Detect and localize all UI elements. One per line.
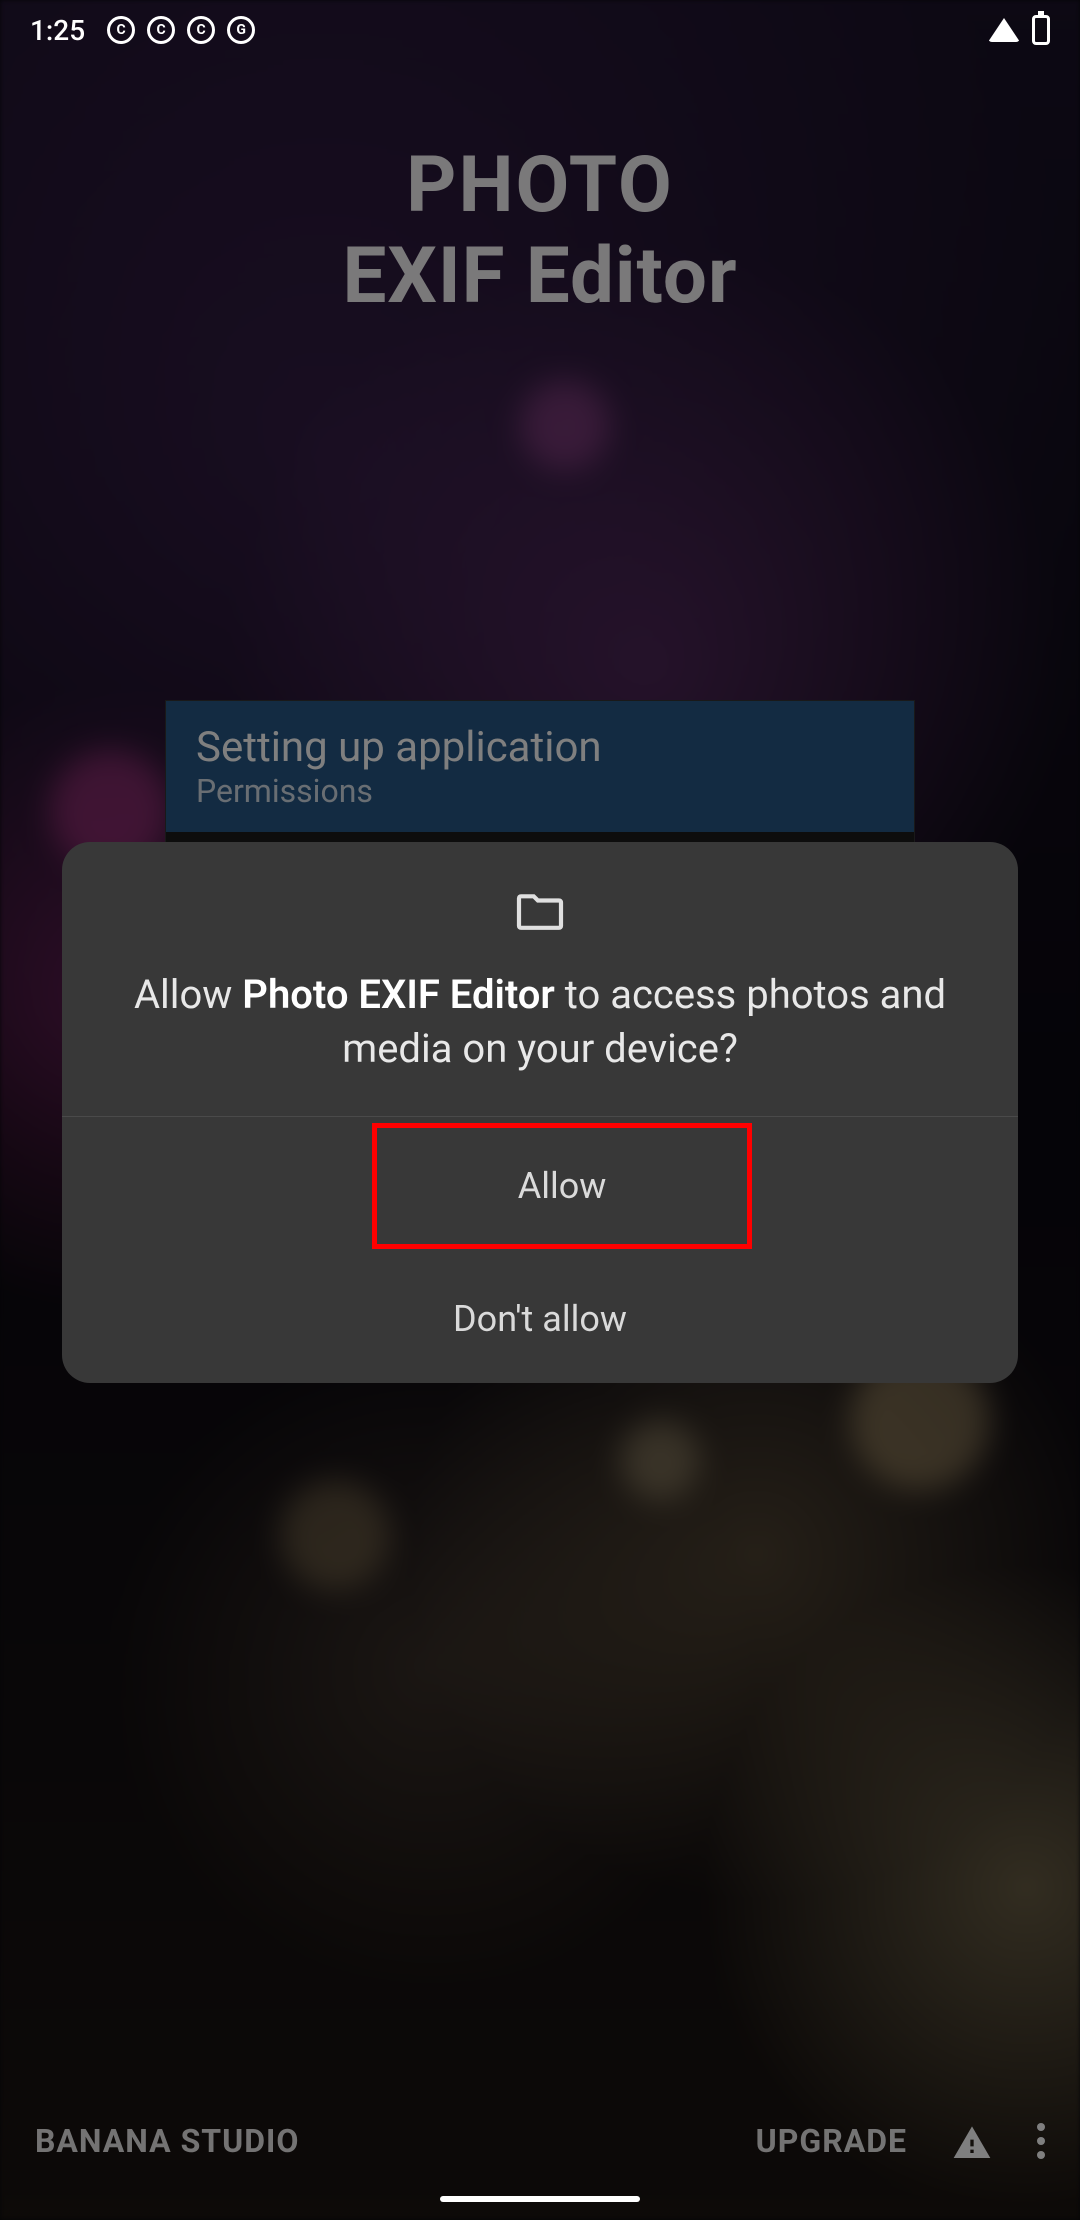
permission-dialog: Allow Photo EXIF Editor to access photos… <box>62 842 1018 1383</box>
wifi-icon <box>988 18 1020 42</box>
dialog-message: Allow Photo EXIF Editor to access photos… <box>102 968 978 1076</box>
status-icon: C <box>187 16 215 44</box>
status-icon: G <box>227 16 255 44</box>
dialog-divider <box>62 1116 1018 1117</box>
allow-button[interactable]: Allow <box>372 1123 752 1249</box>
dialog-header: Allow Photo EXIF Editor to access photos… <box>62 842 1018 1116</box>
dialog-app-name: Photo EXIF Editor <box>242 971 555 1018</box>
status-icon: C <box>107 16 135 44</box>
dialog-text-prefix: Allow <box>134 971 242 1018</box>
status-bar: 1:25 C C C G <box>0 0 1080 60</box>
deny-button[interactable]: Don't allow <box>62 1255 1018 1383</box>
nav-bar[interactable] <box>440 2196 640 2202</box>
status-icon: C <box>147 16 175 44</box>
status-time: 1:25 <box>30 14 85 47</box>
deny-label: Don't allow <box>453 1298 627 1340</box>
battery-icon <box>1032 15 1050 45</box>
allow-label: Allow <box>518 1165 607 1207</box>
folder-icon <box>514 890 566 936</box>
